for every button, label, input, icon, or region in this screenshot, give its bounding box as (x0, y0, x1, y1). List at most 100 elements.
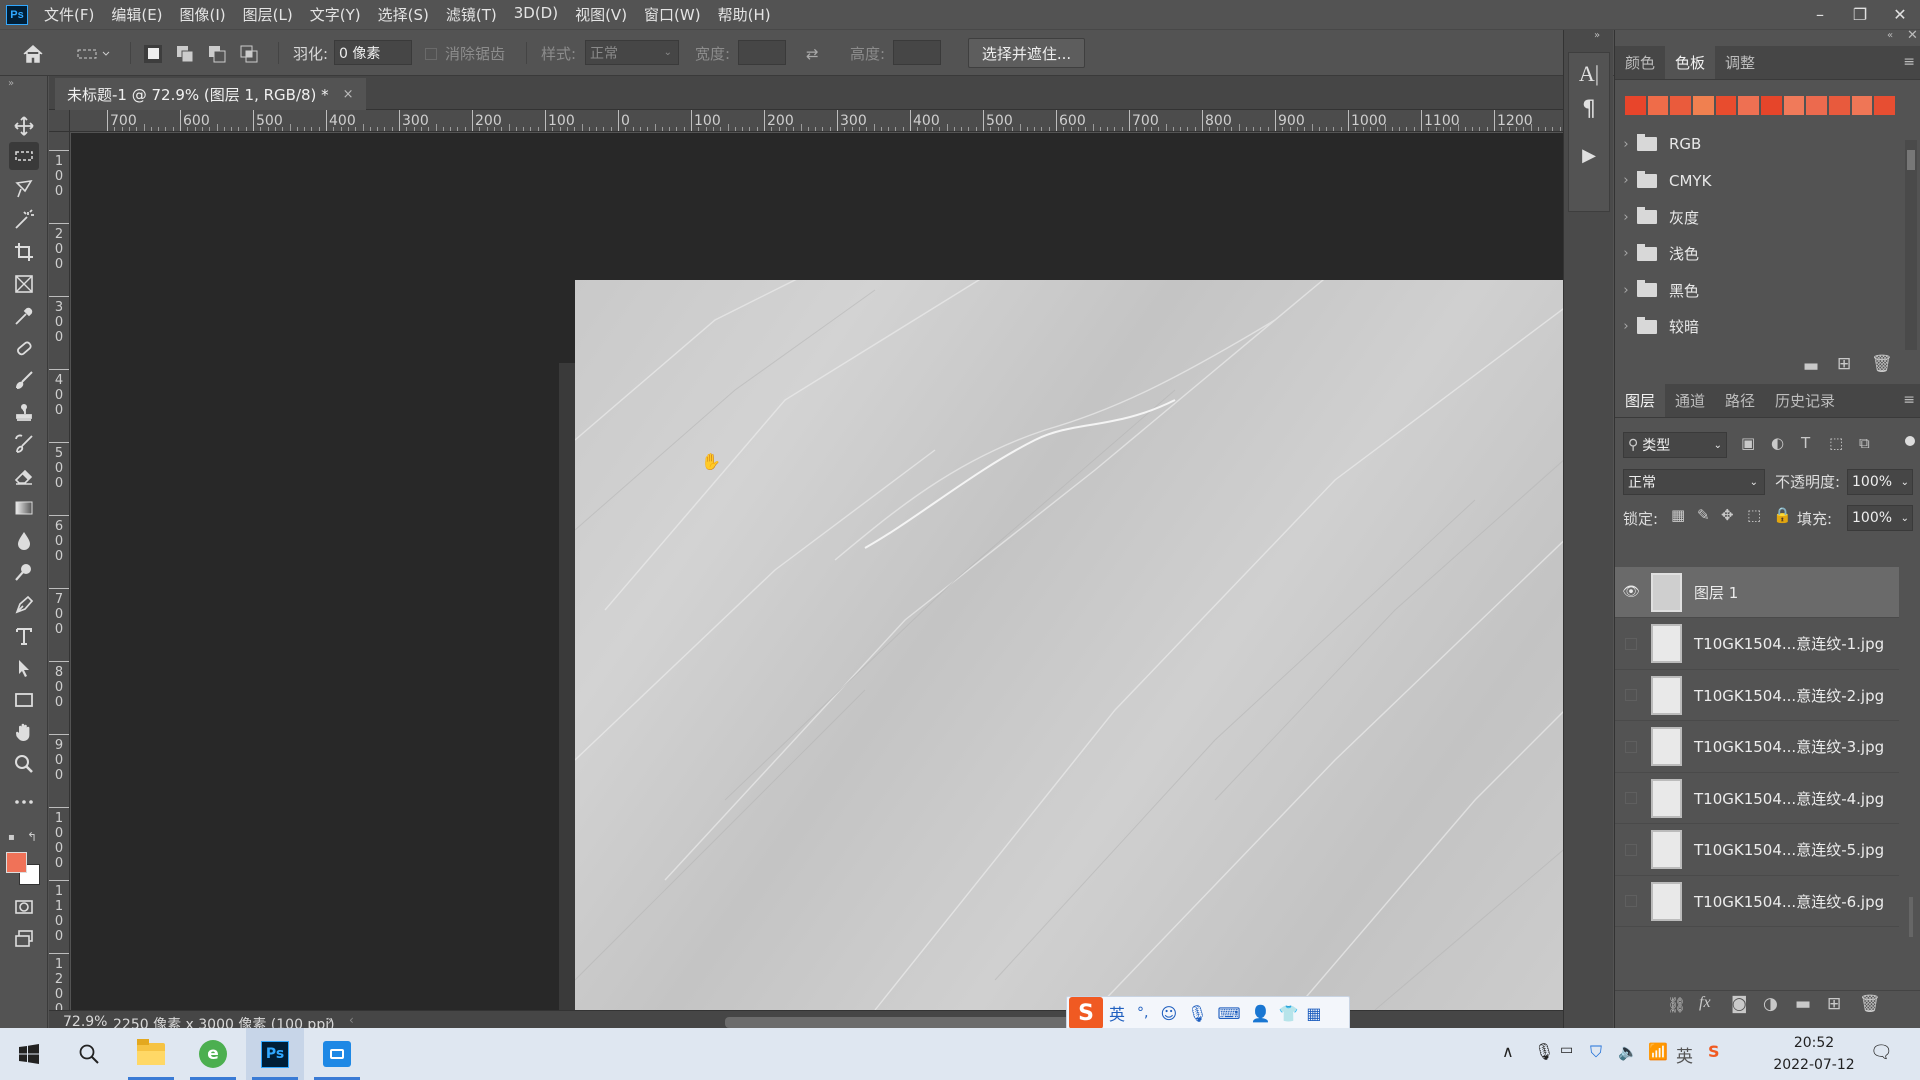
visibility-toggle[interactable] (1615, 637, 1647, 650)
link-layers-icon[interactable]: ⛓ (1667, 996, 1686, 1014)
status-menu-arrow-icon[interactable]: › (327, 1013, 333, 1029)
filter-type-icon[interactable]: T (1801, 434, 1810, 452)
start-button[interactable] (0, 1028, 58, 1080)
color-swatch[interactable] (1693, 96, 1714, 115)
menu-item[interactable]: 图像(I) (180, 4, 226, 25)
sogou-tray-icon[interactable]: S (1708, 1042, 1720, 1061)
visibility-toggle[interactable] (1615, 895, 1647, 907)
filter-shape-icon[interactable]: ⬚ (1829, 434, 1843, 452)
tab-swatches[interactable]: 色板 (1665, 45, 1716, 79)
visibility-toggle[interactable] (1615, 740, 1647, 753)
new-swatch-icon[interactable]: ⊞ (1837, 354, 1851, 374)
clock[interactable]: 20:52 2022-07-12 (1754, 1032, 1874, 1076)
feather-input[interactable]: 0 像素 (334, 40, 412, 65)
layer-row[interactable]: 👁 图层 1 (1615, 567, 1899, 618)
ime-user-icon[interactable]: 👤 (1251, 1004, 1271, 1023)
lock-all-icon[interactable]: 🔒 (1773, 506, 1792, 524)
layer-filter-select[interactable]: ⚲ 类型 ⌄ (1623, 432, 1727, 458)
filter-pixel-icon[interactable]: ▣ (1741, 434, 1755, 452)
menu-item[interactable]: 文件(F) (44, 4, 94, 25)
eraser-tool-icon[interactable] (9, 462, 39, 490)
pen-tool-icon[interactable] (9, 590, 39, 618)
paragraph-panel-icon[interactable]: ¶ (1569, 97, 1609, 122)
marquee-preset-icon[interactable] (76, 30, 112, 77)
swatch-folder[interactable]: › 较暗 (1615, 309, 1895, 345)
chevron-right-icon[interactable]: › (1615, 283, 1637, 298)
scroll-left-icon[interactable]: ‹ (349, 1013, 354, 1027)
chevron-right-icon[interactable]: › (1615, 173, 1637, 188)
filter-toggle-icon[interactable] (1905, 436, 1915, 446)
screen-mode-icon[interactable] (9, 925, 39, 953)
layer-row[interactable]: T10GK1504...意连纹-1.jpg (1615, 619, 1899, 670)
new-layer-icon[interactable]: ⊞ (1827, 994, 1841, 1014)
eyedropper-tool-icon[interactable] (9, 302, 39, 330)
actions-play-icon[interactable]: ▶ (1569, 145, 1609, 166)
frame-tool-icon[interactable] (9, 270, 39, 298)
color-swatch[interactable] (1874, 96, 1896, 115)
add-mask-icon[interactable]: ◙ (1731, 994, 1748, 1014)
color-swatch[interactable] (1738, 96, 1760, 115)
antialias-checkbox[interactable]: 消除锯齿 (425, 30, 505, 77)
canvas-area[interactable]: ✋ (71, 133, 1563, 1010)
menu-item[interactable]: 滤镜(T) (446, 4, 497, 25)
browser-icon[interactable]: e (184, 1028, 242, 1080)
brush-tool-icon[interactable] (9, 366, 39, 394)
blur-tool-icon[interactable] (9, 526, 39, 554)
default-colors-icon[interactable]: ▪ (8, 832, 15, 843)
crop-tool-icon[interactable] (9, 238, 39, 266)
swatch-folder[interactable]: › RGB (1615, 126, 1895, 162)
character-panel-icon[interactable]: A| (1569, 61, 1609, 87)
lock-image-icon[interactable]: ✎ (1697, 506, 1710, 524)
microphone-icon[interactable]: 🎙 (1534, 1042, 1554, 1061)
ime-mode[interactable]: 英 (1109, 1001, 1125, 1025)
network-icon[interactable]: 📶 (1648, 1042, 1668, 1061)
delete-swatch-icon[interactable]: 🗑 (1871, 354, 1893, 374)
add-selection-icon[interactable] (176, 30, 194, 77)
clone-stamp-tool-icon[interactable] (9, 398, 39, 426)
select-and-mask-button[interactable]: 选择并遮住... (968, 38, 1085, 68)
color-swatch[interactable] (1715, 96, 1737, 115)
layers-panel-menu-icon[interactable]: ≡ (1903, 392, 1915, 408)
ime-punctuation-icon[interactable]: °, (1137, 1005, 1148, 1021)
color-swatch[interactable] (1851, 96, 1873, 115)
new-selection-icon[interactable] (144, 30, 162, 77)
menu-item[interactable]: 3D(D) (514, 4, 558, 25)
fill-input[interactable]: 100% ⌄ (1847, 505, 1913, 531)
new-group-icon[interactable]: ▬ (1795, 994, 1811, 1014)
sogou-logo-icon[interactable]: S (1069, 997, 1103, 1029)
visibility-eye-icon[interactable]: 👁 (1615, 584, 1647, 600)
restore-button[interactable]: ❐ (1840, 0, 1880, 29)
tab-layers[interactable]: 图层 (1615, 383, 1666, 417)
video-recorder-icon[interactable] (308, 1028, 366, 1080)
menu-item[interactable]: 编辑(E) (111, 4, 162, 25)
layer-row[interactable]: T10GK1504...意连纹-2.jpg (1615, 670, 1899, 721)
swatch-folder[interactable]: › CMYK (1615, 163, 1895, 199)
color-swatch[interactable] (1806, 96, 1828, 115)
rectangle-tool-icon[interactable] (9, 686, 39, 714)
file-explorer-icon[interactable] (122, 1028, 180, 1080)
security-shield-icon[interactable]: ⛉ (1590, 1042, 1602, 1062)
menu-item[interactable]: 帮助(H) (718, 4, 771, 25)
adjustment-layer-icon[interactable]: ◑ (1763, 994, 1778, 1014)
menu-item[interactable]: 图层(L) (243, 4, 293, 25)
layer-row[interactable]: T10GK1504...意连纹-3.jpg (1615, 722, 1899, 773)
tab-history[interactable]: 历史记录 (1765, 383, 1845, 417)
dock-close-icon[interactable]: ✕ (1907, 28, 1918, 43)
intersect-selection-icon[interactable] (240, 30, 258, 77)
search-icon[interactable] (60, 1028, 118, 1080)
layer-row[interactable]: T10GK1504...意连纹-5.jpg (1615, 825, 1899, 876)
foreground-color-swatch[interactable] (6, 852, 27, 873)
filter-adjustment-icon[interactable]: ◐ (1771, 434, 1784, 452)
marble-texture-image[interactable]: ✋ (575, 280, 1563, 1010)
swap-icon[interactable]: ⇄ (806, 30, 819, 77)
hand-tool-icon[interactable] (9, 718, 39, 746)
visibility-toggle[interactable] (1615, 689, 1647, 701)
tab-paths[interactable]: 路径 (1715, 383, 1765, 417)
swatches-scrollbar[interactable] (1905, 140, 1917, 350)
horizontal-scrollbar[interactable] (725, 1017, 1105, 1028)
blend-mode-select[interactable]: 正常 ⌄ (1623, 469, 1765, 495)
ime-emoji-icon[interactable]: ☺ (1160, 1004, 1177, 1023)
color-swatch[interactable] (1783, 96, 1805, 115)
path-selection-tool-icon[interactable] (9, 654, 39, 682)
notification-icon[interactable]: 🗨 (1870, 1042, 1893, 1063)
